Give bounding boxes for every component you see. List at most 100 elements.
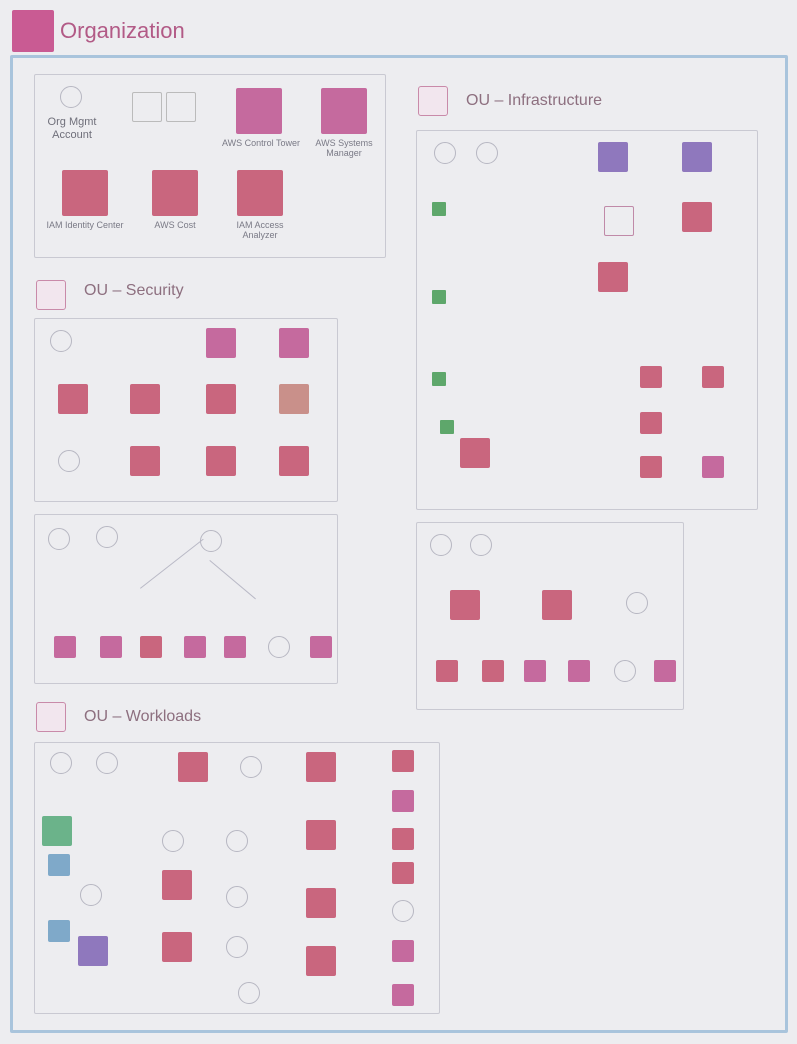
log-svc-3-icon [140,636,162,658]
identity-center-icon [62,170,108,216]
workload-vpc-icon [42,816,72,846]
workload-svc-5-icon [392,790,414,812]
svc-label-systems-manager: AWS Systems Manager [315,138,373,159]
log-account-icon [48,528,70,550]
workload-svc-4-icon [392,750,414,772]
log-svc-4-icon [184,636,206,658]
log-bucket-icon [200,530,222,552]
security-account-icon [50,330,72,352]
shared-svc-5-icon [482,660,504,682]
workload-svc-22-icon [392,984,414,1006]
workload-subnet-icon [48,854,70,876]
network-svc-7-icon [702,366,724,388]
workload-svc-18-icon [226,936,248,958]
log-svc-1-icon [54,636,76,658]
network-svc-3-icon [604,206,634,236]
workload-svc-8-icon [306,820,336,850]
workload-svc-13-icon [226,886,248,908]
log-svc-icon-a [96,526,118,548]
log-svc-5-icon [224,636,246,658]
workload-svc-21-icon [238,982,260,1004]
log-svc-7-icon [310,636,332,658]
region-badge-1 [432,202,446,216]
shared-svc-1-icon [450,590,480,620]
workload-svc-20-icon [392,940,414,962]
security-svc-3-icon [58,384,88,414]
network-svc-9-icon [640,412,662,434]
workload-svc-15-icon [392,900,414,922]
security-svc-1-icon [206,328,236,358]
workload-svc-2-icon [240,756,262,778]
workload-svc-1-icon [178,752,208,782]
access-analyzer-icon [237,170,283,216]
log-svc-6-icon [268,636,290,658]
workload-svc-3-icon [306,752,336,782]
shared-svc-8-icon [614,660,636,682]
network-svc-6-icon [640,366,662,388]
svc-label-control-tower: AWS Control Tower [221,138,301,148]
workload-svc-7-icon [226,830,248,852]
network-svc-4-icon [682,202,712,232]
shared-svc-2-icon [542,590,572,620]
ou-infrastructure-icon [418,86,448,116]
security-svc-2-icon [279,328,309,358]
workload-svc-a-icon [96,752,118,774]
network-account-icon [434,142,456,164]
diagram-title: Organization [60,18,185,43]
security-svc-6-icon [279,384,309,414]
network-svc-2-icon [682,142,712,172]
organization-icon [12,10,54,52]
account-icon [60,86,82,108]
shared-svc-4-icon [436,660,458,682]
workload-svc-16-icon [78,936,108,966]
ou-security-title: OU – Security [84,282,184,299]
region-badge-4 [440,420,454,434]
security-svc-9-icon [206,446,236,476]
workload-svc-19-icon [306,946,336,976]
shared-svc-3-icon [626,592,648,614]
network-svc-10-icon [640,456,662,478]
security-svc-8-icon [130,446,160,476]
workload-svc-6-icon [162,830,184,852]
security-svc-5-icon [206,384,236,414]
security-svc-7-icon [58,450,80,472]
security-svc-10-icon [279,446,309,476]
mgmt-account-label: Org Mgmt Account [47,116,97,141]
ou-infrastructure-title: OU – Infrastructure [466,92,603,109]
network-svc-5-icon [598,262,628,292]
workload-subnet-2-icon [48,920,70,942]
ou-security-icon [36,280,66,310]
workload-svc-11-icon [80,884,102,906]
control-tower-icon [236,88,282,134]
workload-account-box [34,742,440,1014]
ou-workloads-title: OU – Workloads [84,708,202,725]
shared-svc-6-icon [524,660,546,682]
shared-svc-a-icon [470,534,492,556]
workload-account-icon [50,752,72,774]
svc-label-cost: AWS Cost [154,220,196,230]
network-svc-8-icon [460,438,490,468]
ou-workloads-icon [36,702,66,732]
cost-icon [152,170,198,216]
shared-svc-7-icon [568,660,590,682]
network-svc-a-icon [476,142,498,164]
network-svc-11-icon [702,456,724,478]
workload-svc-14-icon [306,888,336,918]
shared-account-icon [430,534,452,556]
log-svc-2-icon [100,636,122,658]
network-svc-1-icon [598,142,628,172]
shared-svc-9-icon [654,660,676,682]
security-svc-4-icon [130,384,160,414]
region-badge-3 [432,372,446,386]
region-badge-2 [432,290,446,304]
workload-svc-17-icon [162,932,192,962]
log-archive-box [34,514,338,684]
svc-label-identity-center: IAM Identity Center [46,220,124,230]
folder-icon [166,92,196,122]
svc-label-access-analyzer: IAM Access Analyzer [236,220,284,241]
workload-svc-10-icon [392,862,414,884]
key-icon [132,92,162,122]
workload-svc-9-icon [392,828,414,850]
systems-manager-icon [321,88,367,134]
workload-svc-12-icon [162,870,192,900]
